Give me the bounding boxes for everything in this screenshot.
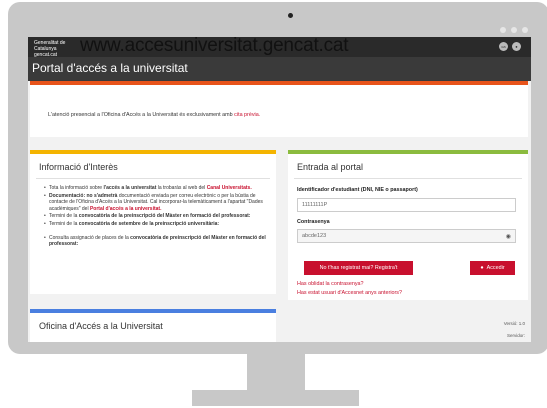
lock-icon: ● bbox=[480, 265, 484, 271]
list-item: Consulta assignació de places de la conv… bbox=[44, 235, 270, 248]
language-icon[interactable]: ca bbox=[499, 42, 508, 51]
portal-link[interactable]: Portal d'accés a la universitat. bbox=[90, 206, 162, 212]
list-item: Tota la informació sobre l'accés a la un… bbox=[44, 185, 270, 192]
previous-user-link[interactable]: Has estat usuari d'Accesnet anys anterio… bbox=[297, 290, 402, 296]
monitor-base bbox=[192, 390, 359, 406]
login-card: Entrada al portal Identificador d'estudi… bbox=[288, 150, 528, 300]
gencat-logo[interactable]: Generalitat de Catalunya gencat.cat bbox=[34, 40, 80, 58]
canal-universitats-link[interactable]: Canal Universitats. bbox=[207, 185, 252, 191]
browser-screen: Generalitat de Catalunya gencat.cat ca ●… bbox=[28, 37, 531, 342]
password-label: Contrasenya bbox=[297, 219, 330, 225]
info-card-title: Informació d'Interès bbox=[39, 162, 118, 172]
info-list: Tota la informació sobre l'accés a la un… bbox=[44, 185, 270, 249]
notice-panel: L'atenció presencial a l'Oficina d'Accés… bbox=[30, 81, 528, 137]
office-card-title: Oficina d'Accés a la Universitat bbox=[39, 321, 163, 331]
header-icons: ca ● bbox=[499, 42, 521, 51]
forgot-password-link[interactable]: Has oblidat la contrasenya? bbox=[297, 281, 364, 287]
register-button[interactable]: No t'has registrat mai? Registra't bbox=[304, 261, 413, 275]
list-item: Termini de la convocatòria de la preinsc… bbox=[44, 213, 270, 220]
monitor-frame: Generalitat de Catalunya gencat.cat ca ●… bbox=[8, 2, 547, 354]
notice-text: L'atenció presencial a l'Oficina d'Accés… bbox=[48, 112, 261, 118]
id-input[interactable]: 11111111P bbox=[297, 198, 516, 212]
url-overlay: www.accesuniversitat.gencat.cat bbox=[80, 37, 349, 56]
user-icon[interactable]: ● bbox=[512, 42, 521, 51]
password-input[interactable]: abcde123 ◉ bbox=[297, 229, 516, 243]
version-text: Versió: 1.0 bbox=[503, 321, 525, 326]
list-item: Termini de la convocatòria de setembre d… bbox=[44, 221, 270, 228]
title-bar: Portal d'accés a la universitat bbox=[28, 57, 531, 81]
office-card: Oficina d'Accés a la Universitat bbox=[30, 309, 276, 342]
list-item: Documentació: no s'admetrà documentació … bbox=[44, 193, 270, 213]
server-text: Servidor: bbox=[506, 333, 525, 338]
monitor-neck bbox=[247, 354, 305, 390]
login-button[interactable]: ● Accedir bbox=[470, 261, 515, 275]
camera-dot bbox=[288, 13, 293, 18]
divider bbox=[294, 178, 522, 179]
divider bbox=[36, 178, 270, 179]
id-label: Identificador d'estudiant (DNI, NIE o pa… bbox=[297, 187, 418, 193]
window-dots bbox=[500, 27, 528, 33]
info-card: Informació d'Interès Tota la informació … bbox=[30, 150, 276, 294]
eye-icon[interactable]: ◉ bbox=[506, 233, 511, 240]
appointment-link[interactable]: cita prèvia. bbox=[234, 112, 260, 118]
login-card-title: Entrada al portal bbox=[297, 162, 364, 172]
page-title: Portal d'accés a la universitat bbox=[32, 61, 188, 75]
